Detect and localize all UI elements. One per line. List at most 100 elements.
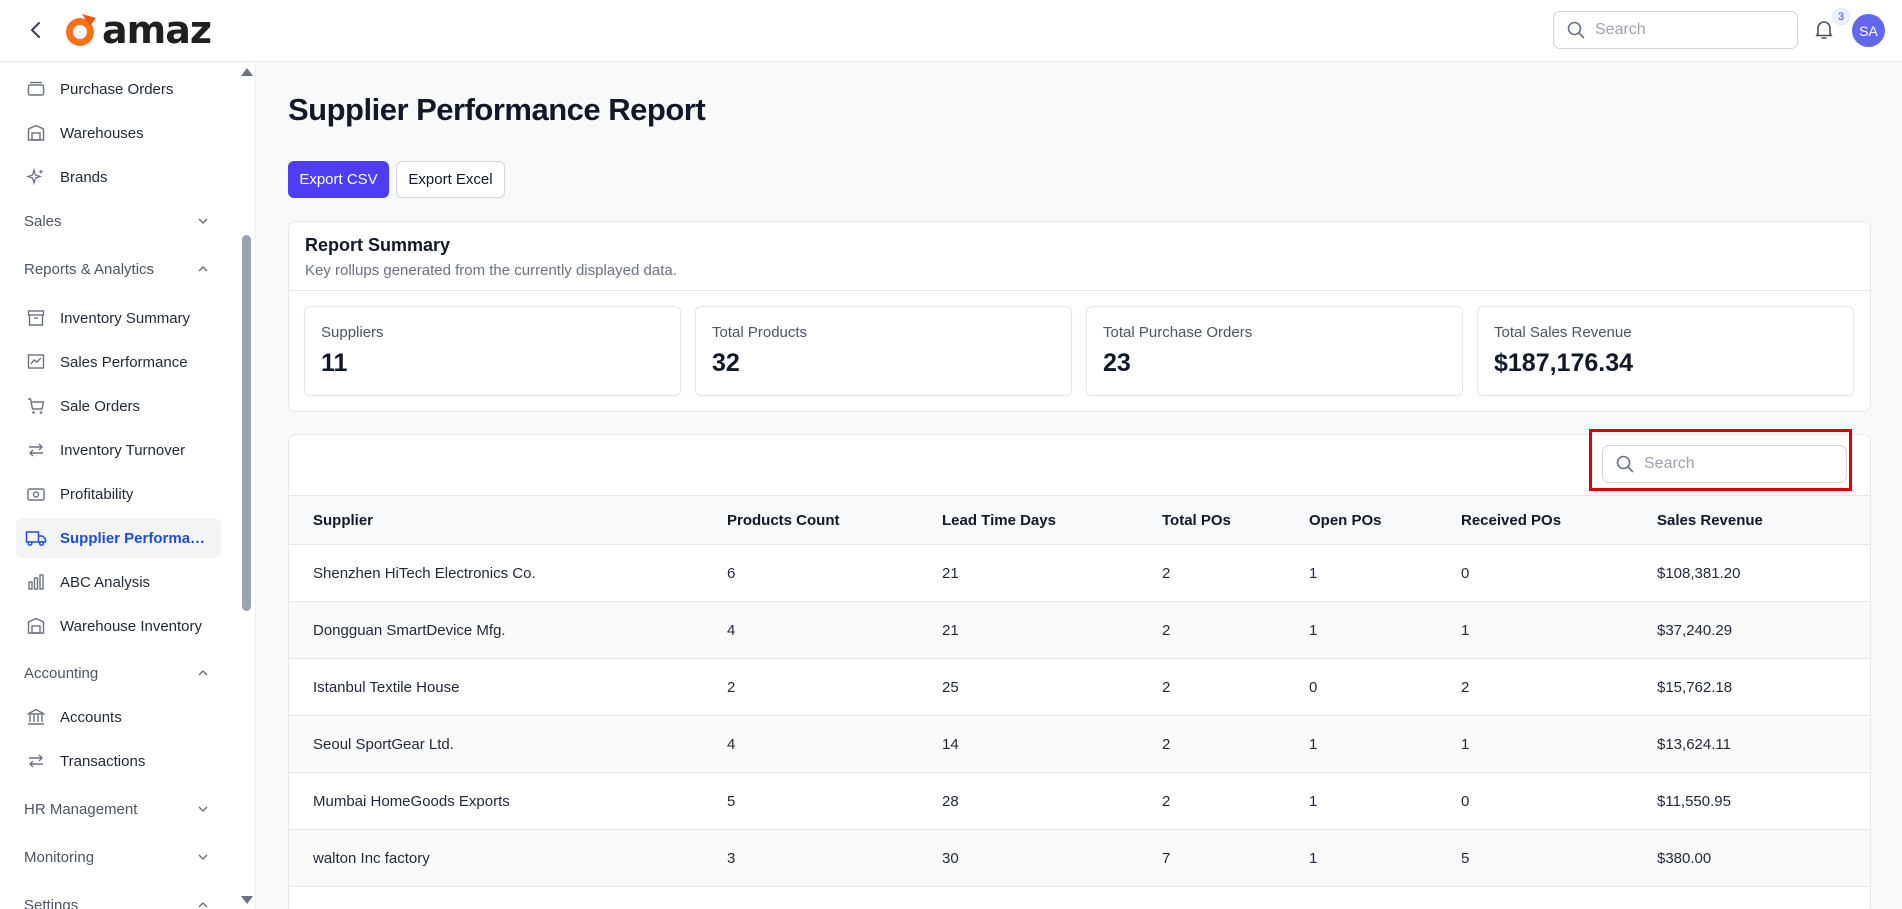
user-avatar[interactable]: SA — [1852, 14, 1885, 47]
summary-title: Report Summary — [305, 235, 451, 255]
cell-sales-revenue: $11,550.95 — [1633, 772, 1870, 830]
sidebar-section-settings[interactable]: Settings — [24, 893, 210, 909]
sidebar-section-accounting[interactable]: Accounting — [24, 661, 210, 685]
sidebar-item-label: Sales Performance — [60, 353, 188, 371]
cell-open-pos: 1 — [1285, 772, 1437, 830]
cell-received-pos: 1 — [1437, 601, 1633, 659]
export-excel-button[interactable]: Export Excel — [396, 161, 505, 198]
sidebar-item-abc-analysis[interactable]: ABC Analysis — [16, 562, 221, 602]
divider — [289, 290, 1870, 291]
supplier-table-card: Supplier Products Count Lead Time Days T… — [288, 434, 1871, 909]
sidebar-item-brands[interactable]: Brands — [16, 157, 221, 197]
cell-sales-revenue: $15,762.18 — [1633, 658, 1870, 716]
sidebar-item-label: Inventory Summary — [60, 309, 191, 327]
cell-received-pos: 0 — [1437, 772, 1633, 830]
sidebar-item-label: Sale Orders — [60, 397, 141, 415]
cell-open-pos: 1 — [1285, 601, 1437, 659]
logo[interactable]: amaz — [62, 8, 212, 52]
table-row[interactable]: Seoul SportGear Ltd. 4 14 2 1 1 $13,624.… — [289, 715, 1870, 773]
scroll-up-arrow[interactable] — [241, 68, 253, 76]
back-button[interactable] — [24, 18, 48, 42]
sidebar-item-sales-performance[interactable]: Sales Performance — [16, 342, 221, 382]
notification-count-badge: 3 — [1832, 8, 1850, 25]
stat-value: 23 — [1103, 349, 1131, 377]
cell-lead-time-days: 14 — [918, 715, 1138, 773]
stat-value: $187,176.34 — [1494, 349, 1634, 377]
sidebar-item-label: Transactions — [60, 752, 146, 770]
cell-lead-time-days: 30 — [918, 829, 1138, 887]
chevron-up-icon — [198, 901, 208, 908]
cell-sales-revenue: $13,624.11 — [1633, 715, 1870, 773]
sidebar-item-supplier-performance[interactable]: Supplier Performance — [16, 518, 221, 558]
chart-icon — [24, 350, 48, 374]
cell-supplier: walton Inc factory — [289, 829, 703, 887]
column-header-received-pos[interactable]: Received POs — [1437, 495, 1633, 545]
sidebar-item-transactions[interactable]: Transactions — [16, 741, 221, 781]
cell-lead-time-days: 25 — [918, 658, 1138, 716]
global-search-input[interactable] — [1595, 21, 1775, 39]
cell-products-count: 2 — [703, 658, 918, 716]
sidebar-item-label: ABC Analysis — [60, 573, 151, 591]
sidebar-section-label: Accounting — [24, 664, 99, 682]
sidebar-item-label: Accounts — [60, 708, 122, 726]
stat-label: Suppliers — [321, 324, 384, 341]
sidebar-item-warehouse-inventory[interactable]: Warehouse Inventory — [16, 606, 221, 646]
column-header-products-count[interactable]: Products Count — [703, 495, 918, 545]
table-row[interactable]: Dongguan SmartDevice Mfg. 4 21 2 1 1 $37… — [289, 601, 1870, 659]
sidebar-section-hr-management[interactable]: HR Management — [24, 797, 210, 821]
archive-icon — [24, 306, 48, 330]
sidebar-item-label: Purchase Orders — [60, 80, 174, 98]
cell-supplier: Seoul SportGear Ltd. — [289, 715, 703, 773]
cell-sales-revenue: $37,240.29 — [1633, 601, 1870, 659]
sidebar-section-monitoring[interactable]: Monitoring — [24, 845, 210, 869]
cell-supplier: Istanbul Textile House — [289, 658, 703, 716]
global-search[interactable] — [1553, 11, 1798, 49]
export-csv-button[interactable]: Export CSV — [288, 161, 389, 198]
sidebar-item-purchase-orders[interactable]: Purchase Orders — [16, 69, 221, 109]
sidebar-item-profitability[interactable]: Profitability — [16, 474, 221, 514]
sidebar-section-sales[interactable]: Sales — [24, 209, 210, 233]
sidebar-item-inventory-turnover[interactable]: Inventory Turnover — [16, 430, 221, 470]
summary-subtitle: Key rollups generated from the currently… — [305, 262, 677, 279]
column-header-lead-time-days[interactable]: Lead Time Days — [918, 495, 1138, 545]
stat-card-total-sales-revenue: Total Sales Revenue $187,176.34 — [1477, 306, 1854, 396]
scroll-down-arrow[interactable] — [241, 896, 253, 904]
column-header-total-pos[interactable]: Total POs — [1138, 495, 1285, 545]
sidebar-item-warehouses[interactable]: Warehouses — [16, 113, 221, 153]
chevron-up-icon — [198, 265, 208, 272]
stat-value: 32 — [712, 349, 740, 377]
arrows-icon — [24, 749, 48, 773]
chevron-left-icon — [31, 22, 40, 38]
sidebar-item-accounts[interactable]: Accounts — [16, 697, 221, 737]
table-search[interactable] — [1602, 445, 1847, 483]
chevron-down-icon — [198, 218, 208, 225]
sidebar-item-label: Warehouse Inventory — [60, 617, 203, 635]
cell-total-pos: 2 — [1138, 544, 1285, 602]
stat-label: Total Purchase Orders — [1103, 324, 1253, 341]
box-icon — [24, 77, 48, 101]
cell-received-pos: 0 — [1437, 544, 1633, 602]
stat-value: 11 — [321, 349, 348, 377]
table-row[interactable]: Mumbai HomeGoods Exports 5 28 2 1 0 $11,… — [289, 772, 1870, 830]
arrows-icon — [24, 438, 48, 462]
top-bar: amaz 3 SA — [0, 0, 1902, 62]
cell-sales-revenue: $108,381.20 — [1633, 544, 1870, 602]
table-search-input[interactable] — [1644, 455, 1824, 473]
sidebar-section-label: Settings — [24, 896, 79, 909]
sidebar-section-reports[interactable]: Reports & Analytics — [24, 257, 210, 281]
sidebar-item-sale-orders[interactable]: Sale Orders — [16, 386, 221, 426]
search-icon — [1616, 455, 1634, 473]
sidebar-item-label: Supplier Performance — [60, 529, 210, 547]
column-header-open-pos[interactable]: Open POs — [1285, 495, 1437, 545]
column-header-supplier[interactable]: Supplier — [289, 495, 703, 545]
page-title: Supplier Performance Report — [288, 92, 706, 127]
cell-supplier: Dongguan SmartDevice Mfg. — [289, 601, 703, 659]
sidebar-scrollbar-thumb[interactable] — [242, 235, 251, 611]
table-row[interactable]: Shenzhen HiTech Electronics Co. 6 21 2 1… — [289, 544, 1870, 602]
sidebar-item-inventory-summary[interactable]: Inventory Summary — [16, 298, 221, 338]
sidebar-section-label: Monitoring — [24, 848, 95, 866]
column-header-sales-revenue[interactable]: Sales Revenue — [1633, 495, 1870, 545]
cell-supplier: Shenzhen HiTech Electronics Co. — [289, 544, 703, 602]
table-row[interactable]: walton Inc factory 3 30 7 1 5 $380.00 — [289, 829, 1870, 887]
table-row[interactable]: Istanbul Textile House 2 25 2 0 2 $15,76… — [289, 658, 1870, 716]
